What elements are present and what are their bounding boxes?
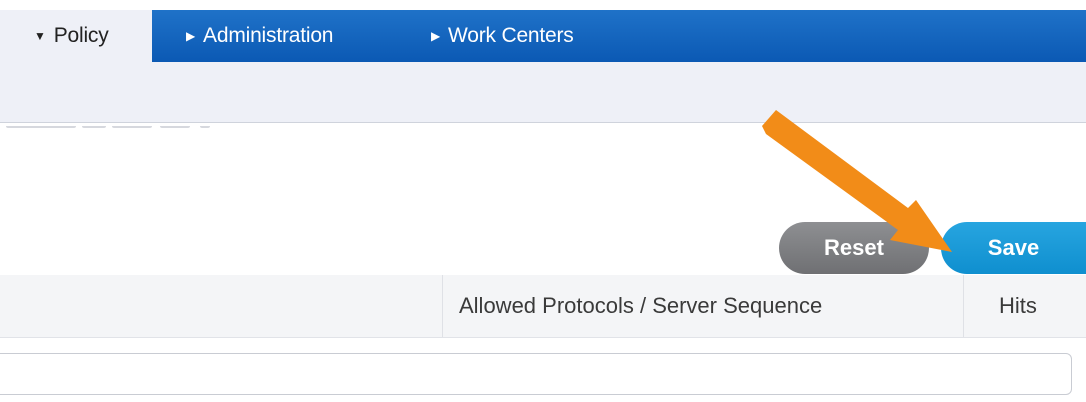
save-button[interactable]: Save: [941, 222, 1086, 274]
tab-administration[interactable]: ▶ Administration: [186, 10, 333, 62]
column-header-allowed-protocols[interactable]: Allowed Protocols / Server Sequence: [442, 275, 964, 337]
table-header: Allowed Protocols / Server Sequence Hits: [0, 275, 1086, 338]
caret-down-icon: ▼: [34, 29, 46, 43]
tab-policy-label: Policy: [53, 24, 109, 47]
app-window: ▼ Policy ▶ Administration ▶ Work Centers…: [0, 0, 1086, 402]
column-header-label: Hits: [999, 293, 1037, 318]
caret-right-icon: ▶: [431, 29, 441, 43]
page-title-remnant: [0, 126, 220, 136]
sub-navigation: [0, 62, 1086, 123]
tab-administration-label: Administration: [203, 24, 334, 47]
tab-policy[interactable]: ▼ Policy: [0, 10, 152, 62]
column-header-label: Allowed Protocols / Server Sequence: [459, 293, 823, 318]
top-navigation: ▼ Policy ▶ Administration ▶ Work Centers: [0, 10, 1086, 62]
filter-input[interactable]: [0, 353, 1072, 395]
column-header-hits[interactable]: Hits: [964, 275, 1086, 337]
filter-row: [0, 338, 1086, 402]
reset-button[interactable]: Reset: [779, 222, 929, 274]
tab-work-centers-label: Work Centers: [448, 24, 574, 47]
tab-work-centers[interactable]: ▶ Work Centers: [431, 10, 574, 62]
caret-right-icon: ▶: [186, 29, 196, 43]
